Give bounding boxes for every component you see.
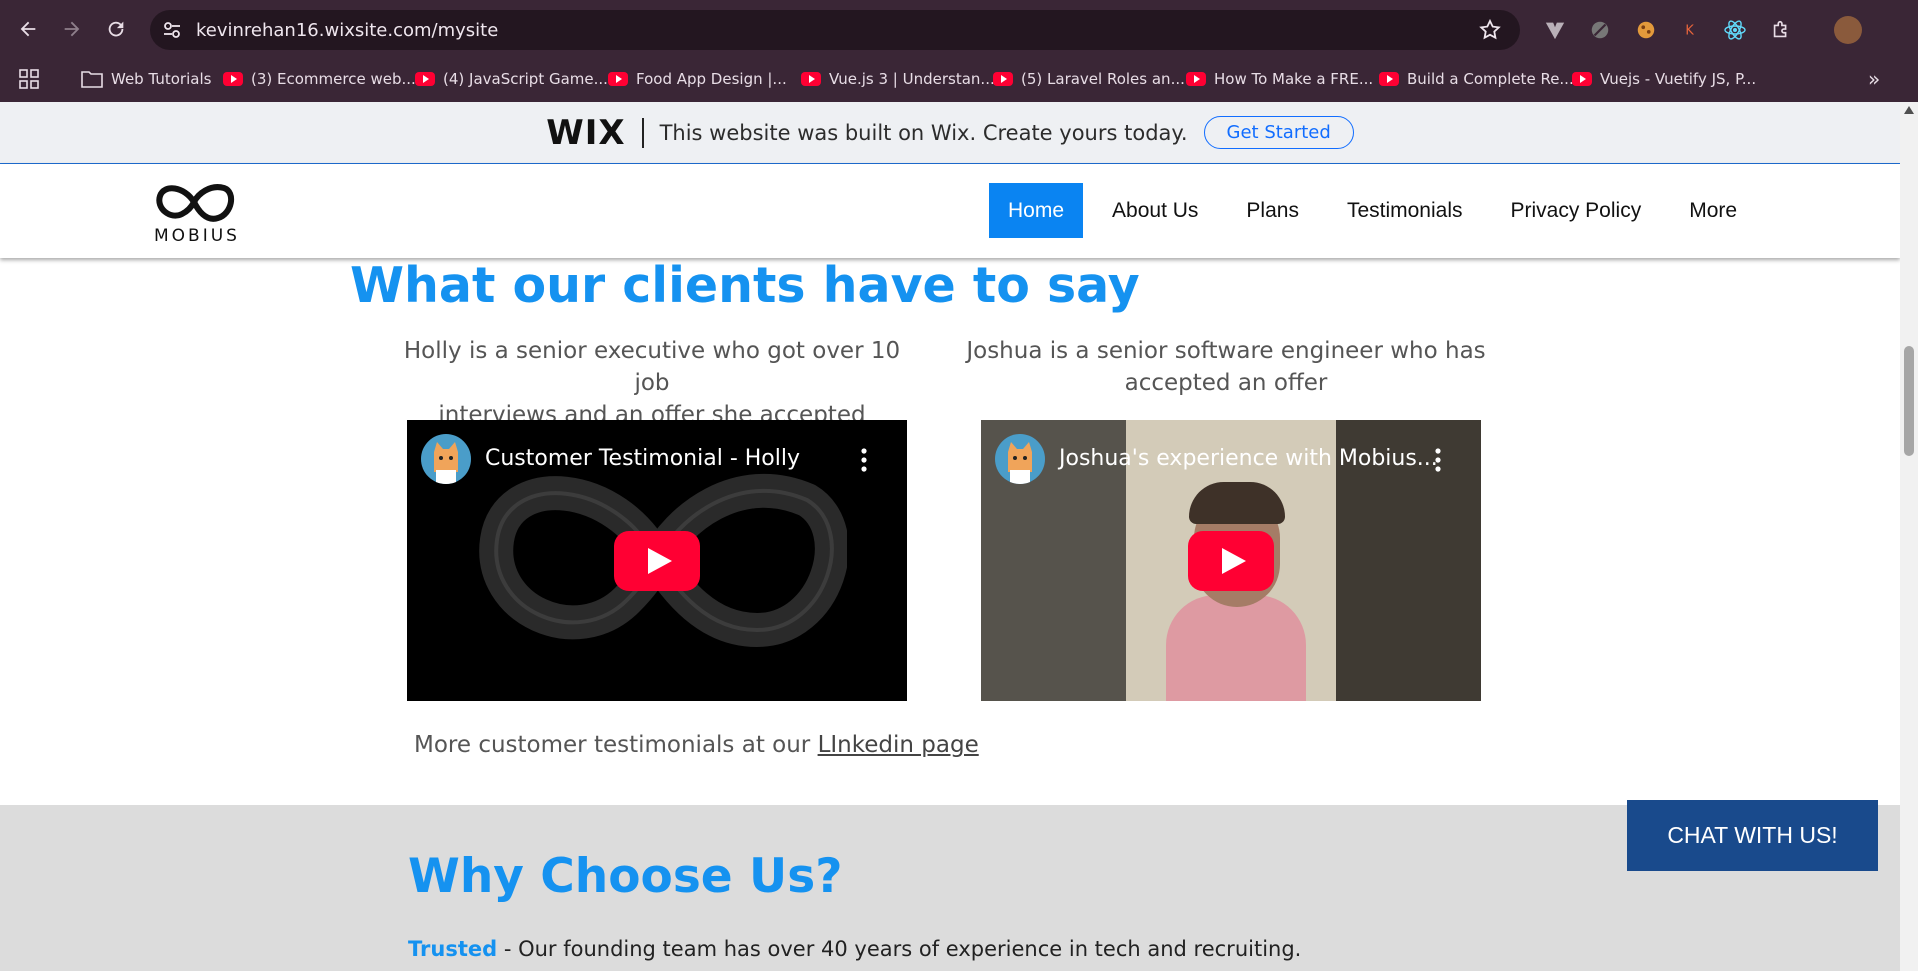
bookmark-label: (4) JavaScript Game...	[443, 70, 608, 88]
get-started-button[interactable]: Get Started	[1203, 116, 1354, 149]
site-header: MOBIUS Home About Us Plans Testimonials …	[0, 164, 1900, 258]
bookmark-label: Vuejs - Vuetify JS, P...	[1600, 70, 1757, 88]
nav-privacy-policy[interactable]: Privacy Policy	[1492, 183, 1661, 238]
joshua-caption: Joshua is a senior software engineer who…	[964, 335, 1488, 399]
holly-caption: Holly is a senior executive who got over…	[390, 335, 914, 431]
bookmark-item[interactable]: How To Make a FRE...	[1186, 64, 1373, 94]
more-vert-icon[interactable]	[861, 448, 867, 472]
bookmark-item[interactable]: Vuejs - Vuetify JS, P...	[1572, 64, 1756, 94]
scroll-up-icon[interactable]	[1904, 106, 1914, 114]
wix-banner: WIX This website was built on Wix. Creat…	[0, 102, 1900, 164]
video-title[interactable]: Customer Testimonial - Holly	[485, 446, 800, 471]
chat-with-us-button[interactable]: CHAT WITH US!	[1627, 800, 1878, 871]
wix-logo: WIX	[546, 112, 626, 153]
person-hair	[1189, 482, 1285, 524]
youtube-icon	[801, 72, 821, 86]
nav-home[interactable]: Home	[989, 183, 1084, 238]
trusted-paragraph: Trusted - Our founding team has over 40 …	[408, 937, 1301, 961]
channel-avatar[interactable]	[421, 434, 471, 484]
nav-more[interactable]: More	[1670, 183, 1756, 238]
caption-line: Joshua is a senior software engineer who…	[966, 338, 1486, 364]
more-vert-icon[interactable]	[1435, 448, 1441, 472]
youtube-icon	[993, 72, 1013, 86]
folder-icon	[81, 71, 103, 88]
bookmark-item[interactable]: Vue.js 3 | Understan...	[801, 64, 995, 94]
arrow-right-icon	[64, 21, 80, 37]
arrow-left-icon	[20, 21, 36, 37]
scrollbar-thumb[interactable]	[1904, 346, 1914, 456]
site-settings-icon[interactable]	[162, 20, 182, 40]
bookmark-star-icon[interactable]	[1478, 18, 1502, 42]
video-title[interactable]: Joshua's experience with Mobius...	[1059, 446, 1438, 471]
youtube-play-icon[interactable]	[1188, 531, 1274, 591]
cat-avatar-icon	[1008, 442, 1032, 484]
url-text[interactable]: kevinrehan16.wixsite.com/mysite	[196, 20, 498, 41]
divider	[641, 117, 644, 148]
profile-avatar[interactable]	[1834, 16, 1862, 44]
bookmark-label: Web Tutorials	[111, 70, 212, 88]
bookmark-label: (3) Ecommerce web...	[251, 70, 416, 88]
testimonials-title: What our clients have to say	[350, 257, 1140, 314]
nav-about-us[interactable]: About Us	[1093, 183, 1217, 238]
video-joshua[interactable]: Joshua's experience with Mobius...	[981, 420, 1481, 701]
cookie-extension-icon[interactable]	[1633, 17, 1659, 43]
trusted-text: - Our founding team has over 40 years of…	[497, 937, 1302, 961]
svg-text:K: K	[1685, 24, 1694, 39]
bookmark-item[interactable]: (5) Laravel Roles an...	[993, 64, 1185, 94]
wix-banner-text: This website was built on Wix. Create yo…	[659, 120, 1188, 145]
youtube-icon	[608, 72, 628, 86]
channel-avatar[interactable]	[995, 434, 1045, 484]
bookmark-label: (5) Laravel Roles an...	[1021, 70, 1185, 88]
more-bookmarks-button[interactable]: »	[1868, 64, 1880, 94]
trusted-label: Trusted	[408, 937, 498, 961]
bookmark-item[interactable]: (3) Ecommerce web...	[223, 64, 416, 94]
more-testimonials-text: More customer testimonials at our LInked…	[414, 732, 979, 758]
back-button[interactable]	[13, 14, 43, 44]
bookmark-label: How To Make a FRE...	[1214, 70, 1374, 88]
bookmark-label: Build a Complete Re...	[1407, 70, 1574, 88]
main-nav: Home About Us Plans Testimonials Privacy…	[989, 183, 1766, 238]
reload-button[interactable]	[101, 14, 131, 44]
bookmark-label: Food App Design |...	[636, 70, 787, 88]
k-extension-icon[interactable]: K	[1677, 17, 1703, 43]
bookmark-item[interactable]: Web Tutorials	[81, 64, 211, 94]
apps-button[interactable]	[18, 64, 40, 94]
youtube-icon	[1572, 72, 1592, 86]
person-hoodie	[1166, 595, 1306, 701]
bookmark-item[interactable]: Build a Complete Re...	[1379, 64, 1574, 94]
video-holly[interactable]: Customer Testimonial - Holly	[407, 420, 907, 701]
chevron-double-right-icon: »	[1868, 67, 1881, 91]
nav-plans[interactable]: Plans	[1227, 183, 1318, 238]
linkedin-link[interactable]: LInkedin page	[818, 732, 979, 758]
youtube-icon	[223, 72, 243, 86]
mobius-infinity-logo-icon[interactable]	[152, 180, 236, 224]
bookmark-item[interactable]: Food App Design |...	[608, 64, 787, 94]
apps-grid-icon	[19, 69, 39, 89]
page-viewport: WIX This website was built on Wix. Creat…	[0, 102, 1900, 971]
caption-line: Holly is a senior executive who got over…	[403, 338, 901, 396]
page-scrollbar[interactable]	[1900, 102, 1918, 971]
bookmark-item[interactable]: (4) JavaScript Game...	[415, 64, 608, 94]
youtube-icon	[415, 72, 435, 86]
youtube-icon	[1379, 72, 1399, 86]
address-bar[interactable]: kevinrehan16.wixsite.com/mysite	[150, 10, 1520, 50]
youtube-play-icon[interactable]	[614, 531, 700, 591]
caption-line: accepted an offer	[1124, 370, 1328, 396]
vuetify-extension-icon[interactable]	[1542, 17, 1568, 43]
why-choose-us-title: Why Choose Us?	[408, 849, 843, 904]
blocked-extension-icon[interactable]	[1587, 17, 1613, 43]
react-devtools-icon[interactable]	[1722, 17, 1748, 43]
nav-testimonials[interactable]: Testimonials	[1328, 183, 1482, 238]
more-testimonials-prefix: More customer testimonials at our	[414, 732, 818, 758]
bookmark-label: Vue.js 3 | Understan...	[829, 70, 995, 88]
cat-avatar-icon	[434, 442, 458, 484]
logo-text[interactable]: MOBIUS	[154, 226, 240, 246]
reload-icon	[108, 21, 124, 37]
extensions-puzzle-icon[interactable]	[1768, 17, 1794, 43]
forward-button[interactable]	[57, 14, 87, 44]
youtube-icon	[1186, 72, 1206, 86]
